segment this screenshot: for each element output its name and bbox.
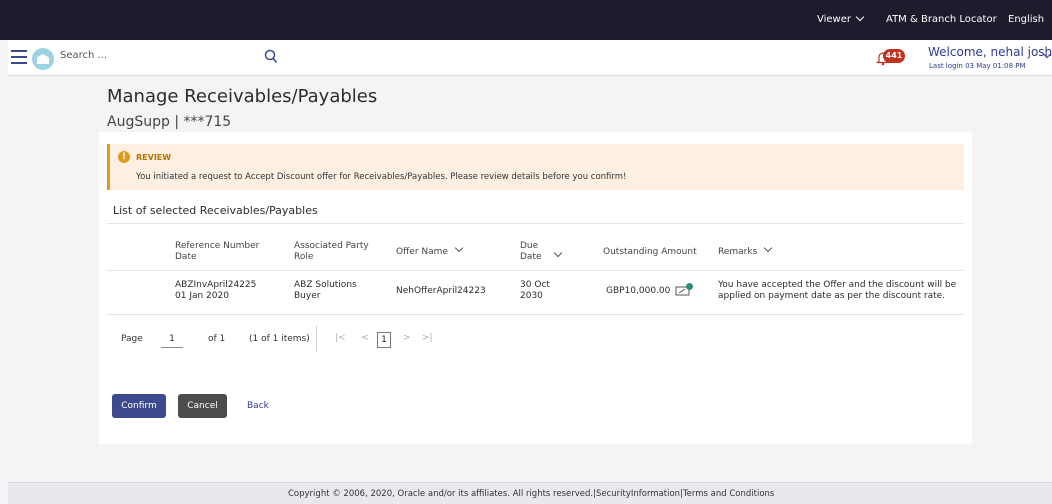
pagination-next-icon[interactable]: > <box>403 333 411 343</box>
search-icon[interactable] <box>264 49 278 65</box>
atm-branch-locator-link[interactable]: ATM & Branch Locator <box>886 0 997 40</box>
discount-ticket-icon[interactable] <box>675 282 695 298</box>
review-title: REVIEW <box>136 153 172 162</box>
bank-logo[interactable] <box>32 48 54 70</box>
chevron-down-icon[interactable] <box>553 248 563 258</box>
back-link[interactable]: Back <box>247 394 269 418</box>
hamburger-menu-icon[interactable] <box>11 50 27 64</box>
table-cell-party: ABZ Solutions Buyer <box>294 280 357 301</box>
pagination-last-icon[interactable]: >| <box>422 333 433 343</box>
divider <box>107 314 964 315</box>
pagination-of-label: of 1 <box>208 334 226 344</box>
last-login: Last login 03 May 01:08 PM <box>929 62 1026 70</box>
col-associated-party: Associated Party Role <box>294 241 369 262</box>
pagination-current-page[interactable]: 1 <box>377 332 391 348</box>
divider <box>107 223 964 224</box>
table-cell-due-date: 30 Oct 2030 <box>520 280 550 301</box>
table-cell-outstanding: GBP10,000.00 <box>606 286 671 296</box>
language-label: English <box>1008 14 1045 25</box>
table-cell-reference: ABZInvApril24225 01 Jan 2020 <box>175 280 257 301</box>
pagination-page-input[interactable]: 1 <box>161 330 183 348</box>
viewer-dropdown[interactable]: Viewer <box>817 0 865 40</box>
col-reference: Reference Number Date <box>175 241 260 262</box>
review-message: You initiated a request to Accept Discou… <box>136 172 627 182</box>
info-icon: ! <box>118 151 130 163</box>
pagination-items-label: (1 of 1 items) <box>249 334 310 344</box>
search-input[interactable]: Search ... <box>60 50 107 61</box>
welcome-user[interactable]: Welcome, nehal joshi <box>928 45 1052 59</box>
cancel-button[interactable]: Cancel <box>178 394 227 418</box>
table-cell-offer: NehOfferApril24223 <box>396 286 486 296</box>
chevron-down-icon[interactable] <box>454 243 464 253</box>
review-banner: ! REVIEW You initiated a request to Acce… <box>107 144 964 190</box>
pagination-separator <box>316 326 317 352</box>
main-card: ! REVIEW You initiated a request to Acce… <box>99 132 972 444</box>
col-remarks[interactable]: Remarks <box>718 243 773 258</box>
page-title: Manage Receivables/Payables <box>107 86 378 107</box>
account-label: AugSupp | ***715 <box>107 114 232 130</box>
col-outstanding-amount: Outstanding Amount <box>603 247 697 257</box>
viewer-label: Viewer <box>817 14 851 25</box>
top-bar: Viewer ATM & Branch Locator English <box>0 0 1052 62</box>
pagination-first-icon[interactable]: |< <box>335 333 346 343</box>
divider <box>107 270 964 271</box>
pagination-prev-icon[interactable]: < <box>361 333 369 343</box>
footer: Copyright © 2006, 2020, Oracle and/or it… <box>8 482 1052 504</box>
pagination-page-label: Page <box>121 334 143 344</box>
language-dropdown[interactable]: English <box>1008 0 1052 62</box>
chevron-down-icon <box>855 12 865 22</box>
col-offer-name[interactable]: Offer Name <box>396 243 464 258</box>
confirm-button[interactable]: Confirm <box>112 394 166 418</box>
table-cell-remarks: You have accepted the Offer and the disc… <box>718 280 957 301</box>
col-due-date[interactable]: Due Date <box>520 241 542 263</box>
notification-badge[interactable]: 441 <box>883 49 905 63</box>
header: Search ... 441 Welcome, nehal joshi Last… <box>8 40 1052 76</box>
footer-copyright[interactable]: Copyright © 2006, 2020, Oracle and/or it… <box>288 489 774 499</box>
list-title: List of selected Receivables/Payables <box>113 204 318 217</box>
chevron-down-icon[interactable] <box>764 243 773 253</box>
